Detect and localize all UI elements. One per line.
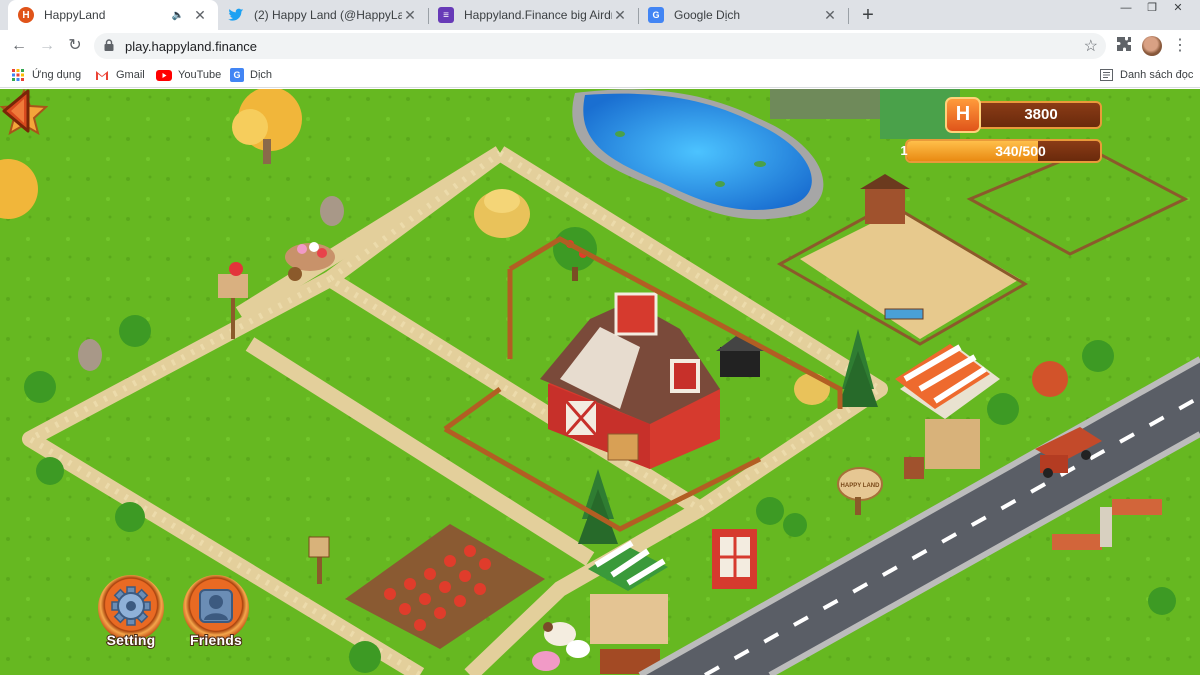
game-canvas[interactable]: HAPPY LAND 3800 H 340/500 1 Setting Frie… [0,89,1200,675]
restore-icon[interactable]: ❐ [1140,0,1164,18]
bookmark-star-icon[interactable]: ☆ [1084,36,1098,56]
reload-button[interactable]: ↻ [64,35,86,57]
xp-text: 340/500 [995,143,1046,159]
tab-divider [848,8,849,24]
profile-avatar[interactable] [1142,36,1162,56]
close-window-icon[interactable]: ✕ [1166,0,1190,18]
red-window-building [712,529,757,589]
tab-airdrop[interactable]: ≡ Happyland.Finance big Airdrop ✕ [428,0,638,30]
tab-title: Google Dịch [674,8,741,22]
sign-text: HAPPY LAND [841,483,881,489]
bookmarks-bar: Ứng dụng Gmail YouTube G Dịch Danh sách … [0,62,1200,88]
twitter-icon [228,7,244,23]
extensions-icon[interactable] [1114,36,1134,56]
address-bar[interactable]: play.happyland.finance ☆ [94,33,1106,59]
happy-coin-icon: H [945,97,981,133]
translate-icon: G [648,7,664,23]
tab-google-translate[interactable]: G Google Dịch ✕ [638,0,848,30]
setting-label[interactable]: Setting [96,631,166,649]
translate-icon: G [230,68,244,82]
forward-button[interactable]: → [36,35,58,57]
coin-counter: 3800 [970,101,1102,129]
reading-list-icon [1098,68,1114,82]
close-tab-icon[interactable]: ✕ [192,7,208,24]
minimize-icon[interactable]: — [1114,0,1138,18]
bookmark-translate[interactable]: G Dịch [230,66,272,84]
reading-list[interactable]: Danh sách đọc [1098,66,1193,84]
coin-amount: 3800 [1024,106,1058,123]
forms-icon: ≡ [438,7,454,23]
bookmark-label: YouTube [178,69,222,81]
farm-scene: HAPPY LAND [0,89,1200,675]
close-tab-icon[interactable]: ✕ [822,7,838,24]
gmail-icon [94,68,110,82]
reading-list-label: Danh sách đọc [1120,69,1194,81]
bookmark-gmail[interactable]: Gmail [94,66,145,84]
tab-happyland[interactable]: H HappyLand 🔈 ✕ [8,0,218,30]
lock-icon [104,39,114,51]
youtube-icon [156,68,172,82]
collapse-arrow-icon[interactable] [0,89,32,133]
green-stall [588,540,668,674]
close-tab-icon[interactable]: ✕ [402,7,418,24]
bookmark-label: Gmail [116,69,145,81]
tab-twitter[interactable]: (2) Happy Land (@HappyLand_H ✕ [218,0,428,30]
browser-toolbar: ← → ↻ play.happyland.finance ☆ ⋮ [0,30,1200,62]
friends-label[interactable]: Friends [181,631,251,649]
bookmark-apps[interactable]: Ứng dụng [10,66,81,84]
bookmark-label: Dịch [250,69,273,81]
tab-title: (2) Happy Land (@HappyLand_H [254,8,402,22]
tab-title: HappyLand [44,8,106,22]
tab-strip: H HappyLand 🔈 ✕ (2) Happy Land (@HappyLa… [0,0,1200,30]
player-level: 1 [900,143,908,158]
url-text: play.happyland.finance [125,39,258,54]
new-tab-button[interactable]: + [858,4,878,26]
tab-title: Happyland.Finance big Airdrop [464,8,612,22]
bookmark-label: Ứng dụng [32,69,82,81]
apps-grid-icon [10,68,26,82]
close-tab-icon[interactable]: ✕ [612,7,628,24]
bookmark-youtube[interactable]: YouTube [156,66,221,84]
speaker-icon[interactable]: 🔈 [172,10,184,21]
happyland-favicon: H [18,7,34,23]
xp-progress-bar: 340/500 [905,139,1102,163]
back-button[interactable]: ← [8,35,30,57]
menu-kebab-icon[interactable]: ⋮ [1170,36,1190,56]
